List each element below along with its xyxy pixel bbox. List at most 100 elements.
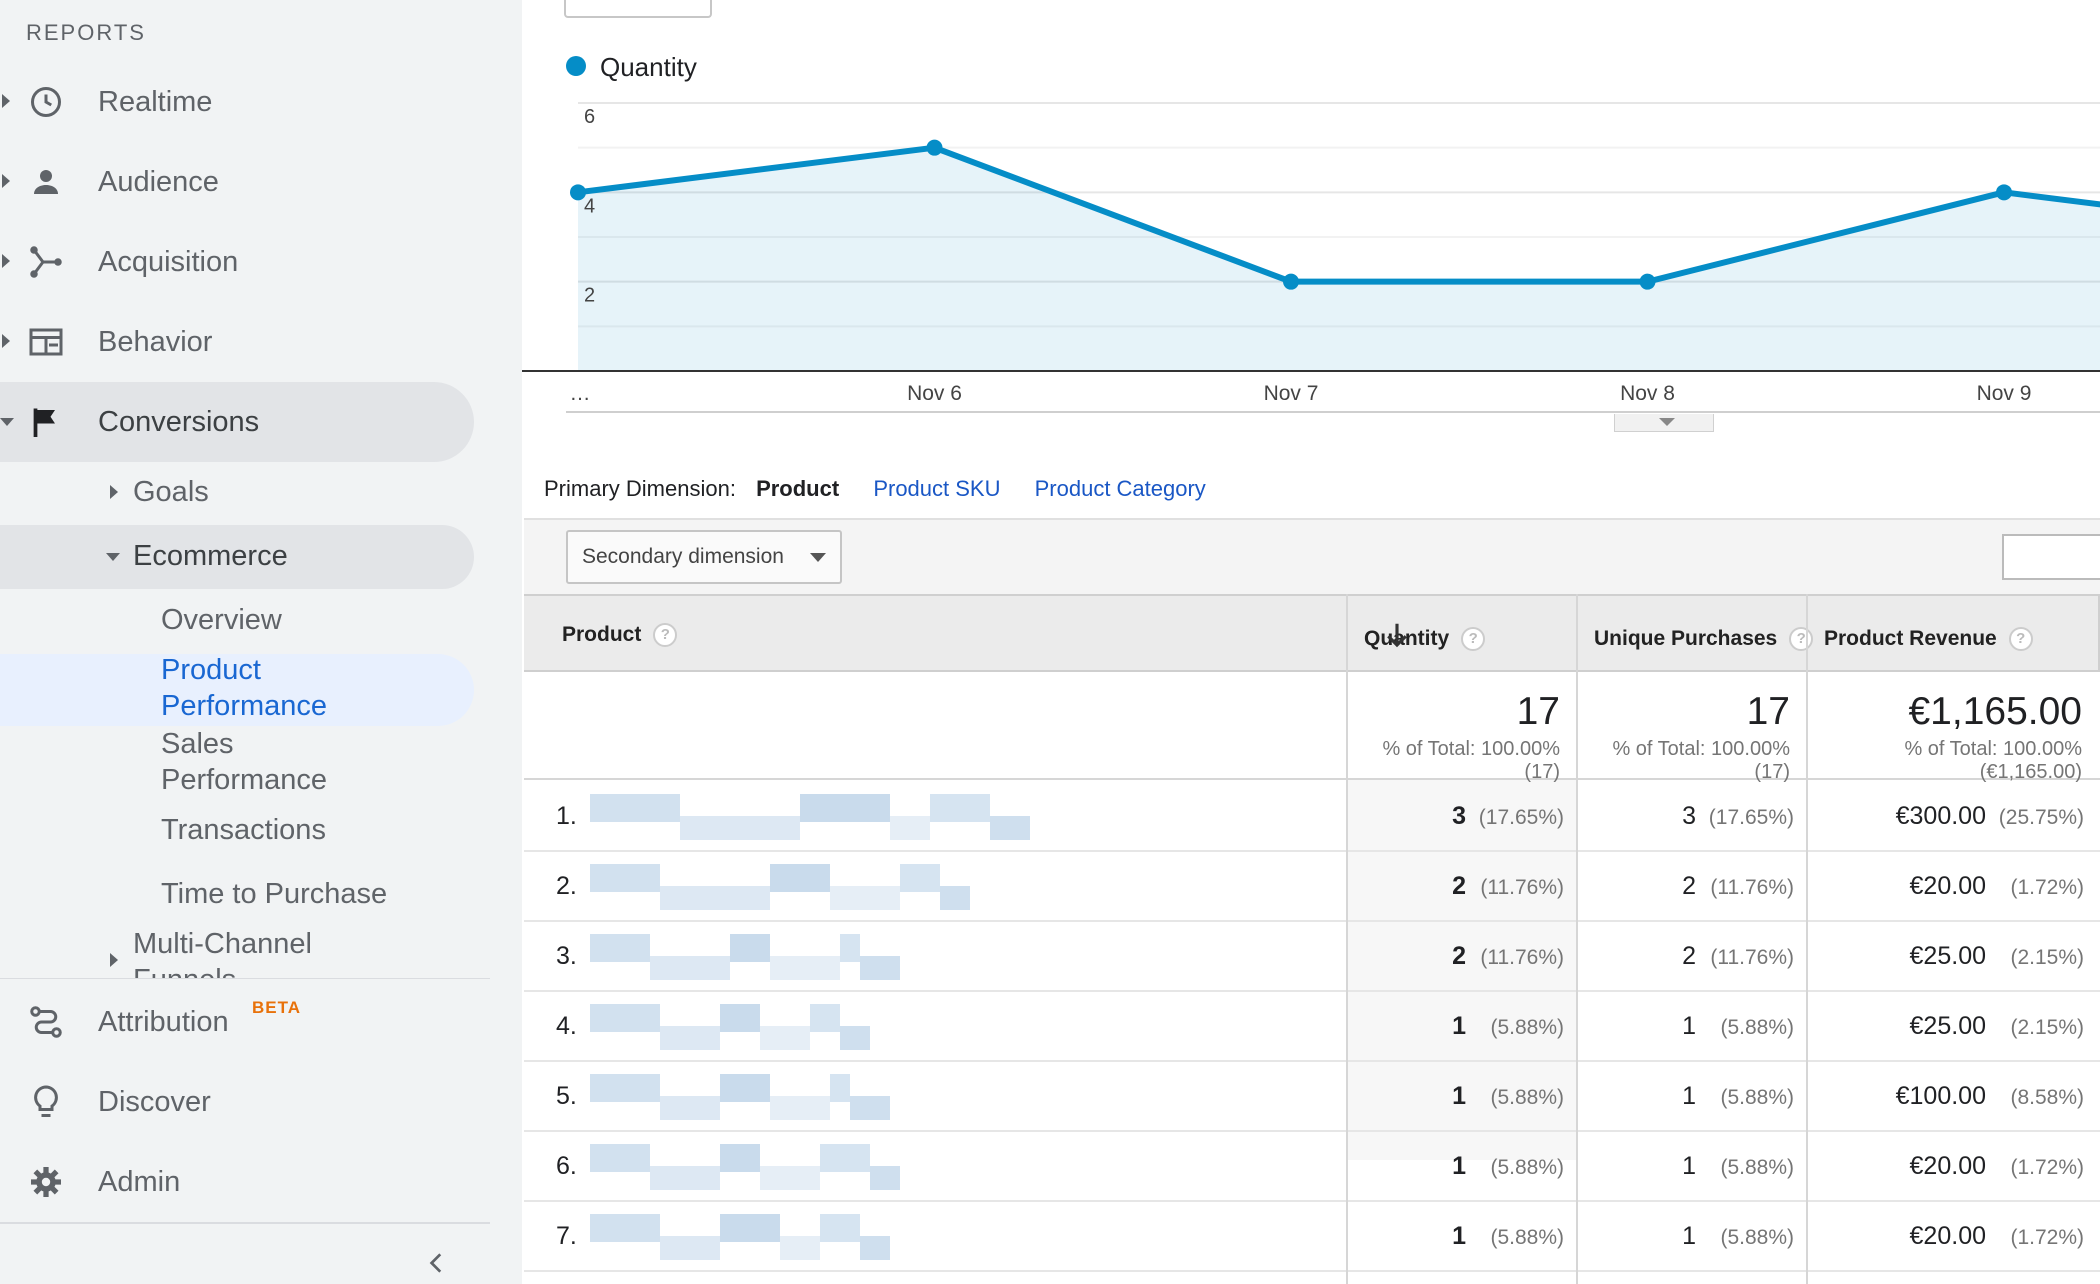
nav-attribution[interactable]: Attribution [0, 982, 522, 1062]
cell-quantity-value: 1 [1452, 1152, 1466, 1180]
help-icon[interactable]: ? [1789, 627, 1814, 652]
table-row[interactable]: 3. 2 (11.76%) 2 (11.76%) €25.00 (2.15%) [524, 922, 2100, 992]
nav-time-to-purchase[interactable]: Time to Purchase [161, 876, 387, 912]
total-revenue-sub: % of Total: 100.00% (€1,165.00) [1904, 738, 2082, 783]
nav-label: Realtime [98, 86, 213, 118]
cell-product-revenue-percent: (25.75%) [1998, 806, 2084, 829]
nav-label: Behavior [98, 326, 213, 358]
data-point [1283, 273, 1299, 290]
cell-unique-purchases-value: 1 [1682, 1222, 1696, 1250]
header-unique-purchases[interactable]: Unique Purchases? [1594, 600, 1814, 678]
cell-quantity: 3 (17.65%) [1348, 782, 1564, 850]
goals-caret-icon[interactable] [110, 485, 118, 499]
collapse-caret-icon[interactable] [0, 418, 14, 426]
help-icon[interactable]: ? [2008, 627, 2033, 652]
nav-admin[interactable]: Admin [0, 1142, 522, 1222]
help-icon[interactable]: ? [1461, 627, 1486, 652]
table-row[interactable]: 7. 1 (5.88%) 1 (5.88%) €20.00 (1.72%) [524, 1202, 2100, 1272]
row-number: 4. [556, 1012, 577, 1040]
cell-product-revenue: €20.00 (1.72%) [1808, 1132, 2084, 1200]
table-row[interactable]: 2. 2 (11.76%) 2 (11.76%) €20.00 (1.72%) [524, 852, 2100, 922]
nav-transactions[interactable]: Transactions [161, 812, 326, 848]
table-header: Product? Quantity? Unique Purchases? Pro… [524, 594, 2100, 672]
row-number: 3. [556, 942, 577, 970]
dimension-product-sku[interactable]: Product SKU [873, 474, 1000, 504]
dropdown-arrow-icon [810, 553, 826, 562]
expand-caret-icon[interactable] [2, 174, 10, 188]
nav-ecommerce[interactable]: Ecommerce [133, 538, 288, 574]
nav-discover[interactable]: Discover [0, 1062, 522, 1142]
reports-heading: REPORTS [26, 20, 146, 45]
y-tick-label: 2 [584, 285, 595, 307]
table-row[interactable]: 5. 1 (5.88%) 1 (5.88%) €100.00 (8.58%) [524, 1062, 2100, 1132]
primary-dimension-bar: Primary Dimension: Product Product SKU P… [544, 474, 1234, 504]
expand-caret-icon[interactable] [2, 254, 10, 268]
nav-sales-performance[interactable]: Sales [161, 726, 234, 762]
nav-audience[interactable]: Audience [0, 142, 522, 222]
total-unique: 17 % of Total: 100.00% (17) [1578, 672, 1790, 783]
dimension-product-category[interactable]: Product Category [1035, 474, 1206, 504]
cell-unique-purchases-value: 2 [1682, 872, 1696, 900]
column-divider [1346, 594, 1348, 1284]
nav-acquisition[interactable]: Acquisition [0, 222, 522, 302]
nav-funnels[interactable]: Funnels [133, 964, 236, 978]
table-row[interactable]: 1. 3 (17.65%) 3 (17.65%) €300.00 (25.75%) [524, 782, 2100, 852]
help-icon[interactable]: ? [653, 623, 678, 648]
total-unique-sub: % of Total: 100.00% (17) [1612, 738, 1790, 783]
nav-goals[interactable]: Goals [133, 474, 209, 510]
header-revenue-label: Product Revenue [1824, 627, 1997, 650]
cell-product-revenue: €25.00 (2.15%) [1808, 922, 2084, 990]
nav-multi-channel[interactable]: Multi-Channel [133, 926, 312, 962]
cell-unique-purchases-percent: (5.88%) [1720, 1016, 1794, 1039]
header-product-revenue[interactable]: Product Revenue? [1824, 600, 2033, 678]
quantity-chart: 6 4 2 … Nov 6 Nov 7 Nov 8 Nov 9 [522, 102, 2100, 413]
cell-product-revenue-percent: (1.72%) [2010, 876, 2084, 899]
nav-label: Audience [98, 166, 219, 198]
table-row[interactable]: 6. 1 (5.88%) 1 (5.88%) €20.00 (1.72%) [524, 1132, 2100, 1202]
y-tick-label: 4 [584, 195, 595, 217]
ecommerce-caret-icon[interactable] [106, 553, 120, 561]
collapse-sidebar-icon[interactable] [424, 1250, 450, 1276]
cell-unique-purchases-value: 2 [1682, 942, 1696, 970]
expand-caret-icon[interactable] [2, 334, 10, 348]
cell-unique-purchases-percent: (5.88%) [1720, 1226, 1794, 1249]
cell-quantity-value: 3 [1452, 802, 1466, 830]
expand-caret-icon[interactable] [2, 94, 10, 108]
cell-product-revenue-value: €20.00 [1909, 872, 1986, 900]
nav-product-performance[interactable]: Product [161, 652, 261, 688]
cell-product-revenue-value: €100.00 [1895, 1082, 1986, 1110]
cell-unique-purchases-percent: (5.88%) [1720, 1086, 1794, 1109]
cell-unique-purchases: 2 (11.76%) [1578, 922, 1794, 990]
nav-realtime[interactable]: Realtime [0, 62, 522, 142]
nav-conversions[interactable]: Conversions [0, 382, 474, 462]
table-row[interactable]: 4. 1 (5.88%) 1 (5.88%) €25.00 (2.15%) [524, 992, 2100, 1062]
nav-sales-performance-line2[interactable]: Performance [161, 762, 327, 798]
cell-unique-purchases: 1 (5.88%) [1578, 992, 1794, 1060]
header-product[interactable]: Product? [562, 596, 678, 674]
nav-label: Admin [98, 1166, 181, 1198]
chart-resize-handle[interactable] [1614, 414, 1714, 432]
cell-product-revenue-value: €25.00 [1909, 942, 1986, 970]
sort-descending-icon[interactable] [1382, 620, 1412, 650]
cell-product-revenue: €25.00 (2.15%) [1808, 992, 2084, 1060]
dimension-product[interactable]: Product [756, 474, 839, 504]
secondary-dimension-label: Secondary dimension [582, 545, 784, 568]
nav-overview[interactable]: Overview [161, 602, 282, 638]
cell-unique-purchases: 1 (5.88%) [1578, 1202, 1794, 1270]
nav-product-performance-line2[interactable]: Performance [161, 688, 327, 724]
nav-behavior[interactable]: Behavior [0, 302, 522, 382]
table-search-input[interactable] [2002, 534, 2100, 580]
secondary-dimension-dropdown[interactable]: Secondary dimension [566, 530, 842, 584]
cell-product-revenue-percent: (1.72%) [2010, 1156, 2084, 1179]
cell-quantity-value: 1 [1452, 1012, 1466, 1040]
cell-product-revenue: €300.00 (25.75%) [1808, 782, 2084, 850]
cell-quantity-percent: (5.88%) [1490, 1016, 1564, 1039]
cell-quantity: 1 (5.88%) [1348, 1132, 1564, 1200]
total-quantity-sub: % of Total: 100.00% (17) [1382, 738, 1560, 783]
cell-quantity: 1 (5.88%) [1348, 1202, 1564, 1270]
sidebar-separator [0, 978, 490, 979]
cell-unique-purchases-value: 3 [1682, 802, 1696, 830]
cell-unique-purchases-value: 1 [1682, 1082, 1696, 1110]
row-number: 2. [556, 872, 577, 900]
nav-label: Attribution [98, 1006, 229, 1038]
